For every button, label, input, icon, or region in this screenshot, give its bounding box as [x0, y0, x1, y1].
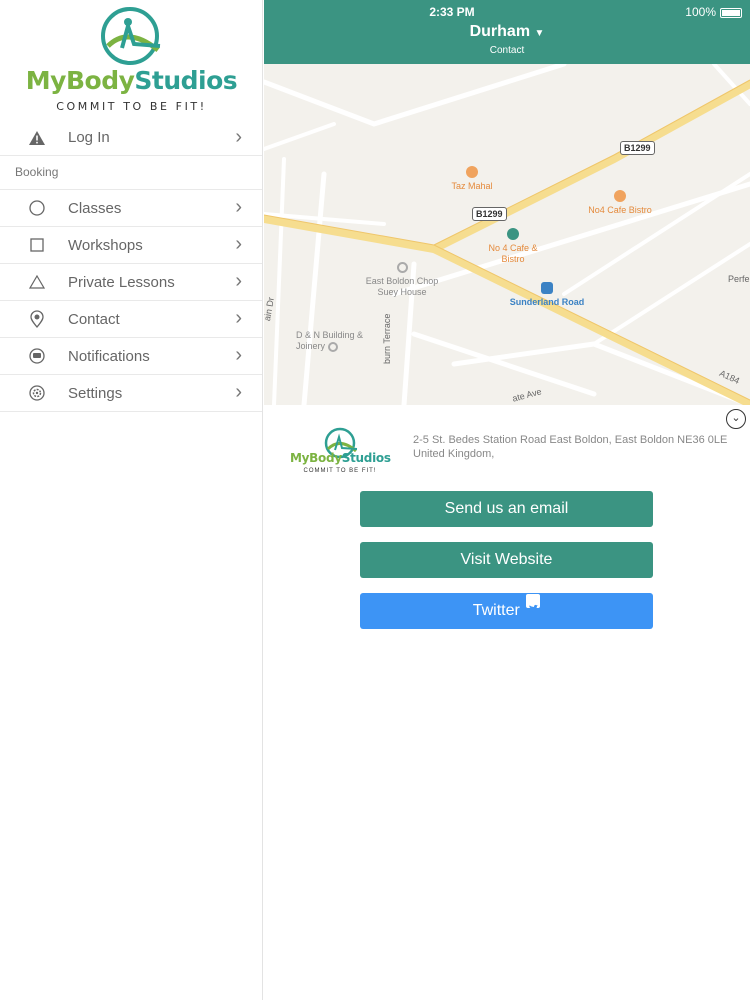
location-pin-icon [28, 310, 46, 328]
sidebar-item-label: Log In [68, 129, 110, 146]
sidebar: MyBodyStudios COMMIT TO BE FIT! Log In ›… [0, 0, 263, 1000]
logo-emblem-icon [101, 7, 161, 65]
battery-icon [720, 7, 742, 18]
sidebar-item-label: Classes [68, 199, 122, 217]
contact-info: ⌄ MyBodyStudios COMMIT TO BE FIT! 2-5 St… [264, 405, 750, 485]
restaurant-pin-icon [466, 166, 478, 178]
chevron-right-icon: › [235, 270, 242, 292]
square-icon [28, 236, 46, 254]
brand-logo: MyBodyStudios COMMIT TO BE FIT! [0, 0, 262, 120]
sidebar-item-label: Private Lessons [68, 273, 175, 291]
place-pin-icon [327, 341, 338, 352]
address-text: 2-5 St. Bedes Station Road East Boldon, … [413, 434, 728, 460]
chevron-right-icon: › [235, 126, 242, 148]
sidebar-item-label: Notifications [68, 347, 150, 365]
brand-name: MyBodyStudios [25, 66, 238, 95]
map-poi-no4-cafe-bistro[interactable]: No4 Cafe Bistro [580, 190, 660, 216]
gear-icon [28, 384, 46, 402]
sidebar-item-label: Workshops [68, 236, 143, 254]
road-label: burn Terrace [382, 313, 392, 364]
sidebar-item-contact[interactable]: Contact › [0, 301, 262, 338]
chevron-right-icon: › [235, 344, 242, 366]
sidebar-item-classes[interactable]: Classes › [0, 190, 262, 227]
visit-website-button[interactable]: Visit Website [360, 542, 653, 578]
map-poi-taz-mahal[interactable]: Taz Mahal [442, 166, 502, 192]
sidebar-item-settings[interactable]: Settings › [0, 375, 262, 412]
twitter-icon [526, 594, 541, 612]
main-content: 2:33 PM 100% Durham ▼ Contact Taz Mahal … [264, 0, 750, 1000]
place-pin-icon [396, 262, 408, 273]
brand-tagline: COMMIT TO BE FIT! [56, 100, 207, 113]
chevron-right-icon: › [235, 381, 242, 403]
collapse-chevron-icon[interactable]: ⌄ [726, 409, 746, 429]
map-poi-chop-suey-house[interactable]: East Boldon Chop Suey House [358, 262, 446, 298]
warning-icon [28, 129, 46, 147]
map-poi-dn-building[interactable]: D & N Building & Joinery [296, 330, 380, 352]
sidebar-item-notifications[interactable]: Notifications › [0, 338, 262, 375]
bus-stop-icon [541, 282, 553, 294]
status-time: 2:33 PM [429, 5, 475, 19]
chat-bubble-icon [28, 347, 46, 365]
sidebar-item-workshops[interactable]: Workshops › [0, 227, 262, 264]
map-poi-sunderland-road[interactable]: Sunderland Road [502, 282, 592, 308]
location-selector[interactable]: Durham ▼ [264, 23, 750, 41]
mini-brand-name: MyBodyStudios [290, 451, 391, 465]
road-badge: B1299 [620, 141, 655, 155]
battery-status: 100% [685, 5, 742, 19]
road-badge: B1299 [472, 207, 507, 221]
sidebar-item-label: Contact [68, 310, 120, 328]
dropdown-arrow-icon: ▼ [534, 28, 545, 39]
section-header-booking: Booking [0, 156, 262, 190]
chevron-right-icon: › [235, 233, 242, 255]
sidebar-item-label: Settings [68, 384, 123, 402]
mini-brand-tagline: COMMIT TO BE FIT! [303, 468, 377, 474]
triangle-icon [28, 273, 46, 291]
page-subtitle: Contact [489, 45, 525, 56]
map-view[interactable]: Taz Mahal No4 Cafe Bistro No 4 Cafe & Bi… [264, 64, 750, 405]
circle-icon [28, 199, 46, 217]
sidebar-item-private-lessons[interactable]: Private Lessons › [0, 264, 262, 301]
nav-header: 2:33 PM 100% Durham ▼ Contact [264, 0, 750, 64]
road-label: Perfe [728, 274, 750, 284]
chevron-right-icon: › [235, 196, 242, 218]
restaurant-pin-icon [614, 190, 626, 202]
send-email-button[interactable]: Send us an email [360, 491, 653, 527]
map-poi-no-4-cafe-and-bistro[interactable]: No 4 Cafe & Bistro [482, 228, 544, 265]
twitter-button[interactable]: Twitter [360, 593, 653, 629]
chevron-right-icon: › [235, 307, 242, 329]
sidebar-item-login[interactable]: Log In › [0, 120, 262, 156]
studio-pin-icon [507, 228, 519, 240]
